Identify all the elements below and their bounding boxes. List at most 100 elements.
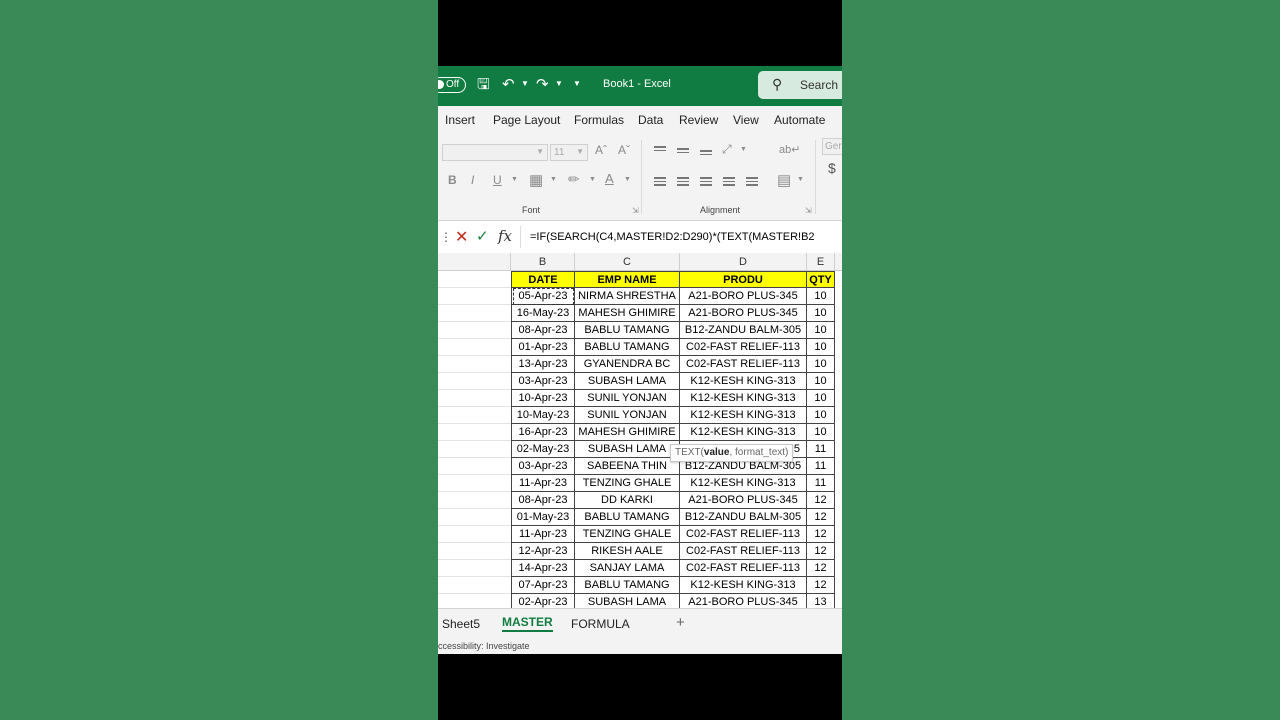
row-header[interactable] <box>438 560 511 577</box>
merge-center-icon[interactable]: ▤ <box>777 171 791 189</box>
tab-formulas[interactable]: Formulas <box>574 113 624 127</box>
cell-qty[interactable]: 12 <box>807 560 835 577</box>
row-header[interactable] <box>438 305 511 322</box>
search-box[interactable]: ⚲ Search <box>758 71 842 99</box>
row-header[interactable] <box>438 390 511 407</box>
chevron-down-icon[interactable]: ▼ <box>624 176 631 183</box>
cell-qty[interactable]: 12 <box>807 526 835 543</box>
row-header[interactable] <box>438 526 511 543</box>
orientation-icon[interactable]: ⤢ <box>722 142 732 157</box>
cell-product[interactable]: C02-FAST RELIEF-113 <box>680 560 807 577</box>
cell-emp-name[interactable]: MAHESH GHIMIRE <box>575 424 680 441</box>
currency-icon[interactable]: $ <box>828 160 836 176</box>
cell-emp-name[interactable]: SABEENA THIN <box>575 458 680 475</box>
increase-indent-icon[interactable] <box>746 175 758 188</box>
font-dialog-launcher-icon[interactable]: ⇲ <box>632 206 639 215</box>
undo-icon[interactable]: ↶ <box>502 76 515 94</box>
cell-product[interactable]: K12-KESH KING-313 <box>680 407 807 424</box>
cell-qty[interactable]: 12 <box>807 543 835 560</box>
chevron-down-icon[interactable]: ▼ <box>511 176 518 183</box>
sheet-tab-master[interactable]: MASTER <box>502 615 553 632</box>
header-emp-name[interactable]: EMP NAME <box>575 271 680 288</box>
cell-date[interactable]: 03-Apr-23 <box>511 373 575 390</box>
align-right-icon[interactable] <box>700 175 712 188</box>
cell-qty[interactable]: 10 <box>807 322 835 339</box>
tab-page-layout[interactable]: Page Layout <box>493 113 560 127</box>
column-header-c[interactable]: C <box>575 253 680 271</box>
column-header-e[interactable]: E <box>807 253 835 271</box>
cell-date[interactable]: 12-Apr-23 <box>511 543 575 560</box>
cell-date[interactable]: 16-Apr-23 <box>511 424 575 441</box>
cell-emp-name[interactable]: DD KARKI <box>575 492 680 509</box>
row-header[interactable] <box>438 373 511 390</box>
row-header[interactable] <box>438 424 511 441</box>
select-all-corner[interactable] <box>438 253 511 271</box>
row-header[interactable] <box>438 458 511 475</box>
decrease-font-icon[interactable]: Aˇ <box>618 143 630 157</box>
column-header-b[interactable]: B <box>511 253 575 271</box>
row-header[interactable] <box>438 509 511 526</box>
font-color-icon[interactable]: A <box>605 171 614 186</box>
italic-icon[interactable]: I <box>471 173 474 187</box>
cell-date[interactable]: 11-Apr-23 <box>511 526 575 543</box>
header-qty[interactable]: QTY <box>807 271 835 288</box>
borders-icon[interactable]: ▦ <box>529 171 543 189</box>
cell-emp-name[interactable]: TENZING GHALE <box>575 526 680 543</box>
header-product[interactable]: PRODU <box>680 271 807 288</box>
cell-product[interactable]: K12-KESH KING-313 <box>680 424 807 441</box>
font-name-combo[interactable]: ▼ <box>442 144 548 161</box>
cell-product[interactable]: K12-KESH KING-313 <box>680 577 807 594</box>
cell-emp-name[interactable]: MAHESH GHIMIRE <box>575 305 680 322</box>
cell-qty[interactable]: 11 <box>807 441 835 458</box>
cell-product[interactable]: K12-KESH KING-313 <box>680 475 807 492</box>
wrap-text-icon[interactable]: ab↵ <box>779 143 800 156</box>
cell-emp-name[interactable]: TENZING GHALE <box>575 475 680 492</box>
cell-qty[interactable]: 12 <box>807 492 835 509</box>
chevron-down-icon[interactable]: ▼ <box>589 176 596 183</box>
cell-emp-name[interactable]: SUNIL YONJAN <box>575 390 680 407</box>
row-header[interactable] <box>438 339 511 356</box>
cell-emp-name[interactable]: SUBASH LAMA <box>575 373 680 390</box>
tab-review[interactable]: Review <box>679 113 718 127</box>
align-top-icon[interactable] <box>654 144 666 153</box>
sheet-tab-formula[interactable]: FORMULA <box>571 617 630 631</box>
cell-qty[interactable]: 10 <box>807 407 835 424</box>
row-header[interactable] <box>438 322 511 339</box>
cell-emp-name[interactable]: BABLU TAMANG <box>575 339 680 356</box>
cell-date[interactable]: 01-May-23 <box>511 509 575 526</box>
cell-qty[interactable]: 10 <box>807 390 835 407</box>
chevron-down-icon[interactable]: ▼ <box>550 176 557 183</box>
enter-icon[interactable]: ✓ <box>476 227 489 245</box>
tab-view[interactable]: View <box>733 113 759 127</box>
fill-color-icon[interactable]: ✏ <box>568 171 580 188</box>
cell-qty[interactable]: 10 <box>807 424 835 441</box>
cell-qty[interactable]: 11 <box>807 458 835 475</box>
cell-date[interactable]: 01-Apr-23 <box>511 339 575 356</box>
number-format-combo[interactable]: Ger <box>822 138 842 155</box>
row-header[interactable] <box>438 356 511 373</box>
cell-product[interactable]: C02-FAST RELIEF-113 <box>680 339 807 356</box>
cell-date[interactable]: 08-Apr-23 <box>511 492 575 509</box>
add-sheet-icon[interactable]: + <box>676 614 685 631</box>
cell-date[interactable]: 11-Apr-23 <box>511 475 575 492</box>
row-header[interactable] <box>438 441 511 458</box>
row-header[interactable] <box>438 492 511 509</box>
align-left-icon[interactable] <box>654 175 666 188</box>
cell-emp-name[interactable]: SANJAY LAMA <box>575 560 680 577</box>
tab-data[interactable]: Data <box>638 113 663 127</box>
row-header[interactable] <box>438 577 511 594</box>
cell-product[interactable]: B12-ZANDU BALM-305 <box>680 509 807 526</box>
row-header[interactable] <box>438 407 511 424</box>
cell-product[interactable]: B12-ZANDU BALM-305 <box>680 322 807 339</box>
cell-qty[interactable]: 12 <box>807 577 835 594</box>
cell-date[interactable]: 02-May-23 <box>511 441 575 458</box>
cell-emp-name[interactable]: BABLU TAMANG <box>575 509 680 526</box>
cell-emp-name[interactable]: BABLU TAMANG <box>575 577 680 594</box>
tab-insert[interactable]: Insert <box>445 113 475 127</box>
cell-qty[interactable]: 10 <box>807 288 835 305</box>
cell-emp-name[interactable]: RIKESH AALE <box>575 543 680 560</box>
cell-date[interactable]: 13-Apr-23 <box>511 356 575 373</box>
chevron-down-icon[interactable]: ▼ <box>797 176 804 183</box>
formula-input[interactable]: =IF(SEARCH(C4,MASTER!D2:D290)*(TEXT(MAST… <box>530 231 815 243</box>
cell-date[interactable]: 10-May-23 <box>511 407 575 424</box>
